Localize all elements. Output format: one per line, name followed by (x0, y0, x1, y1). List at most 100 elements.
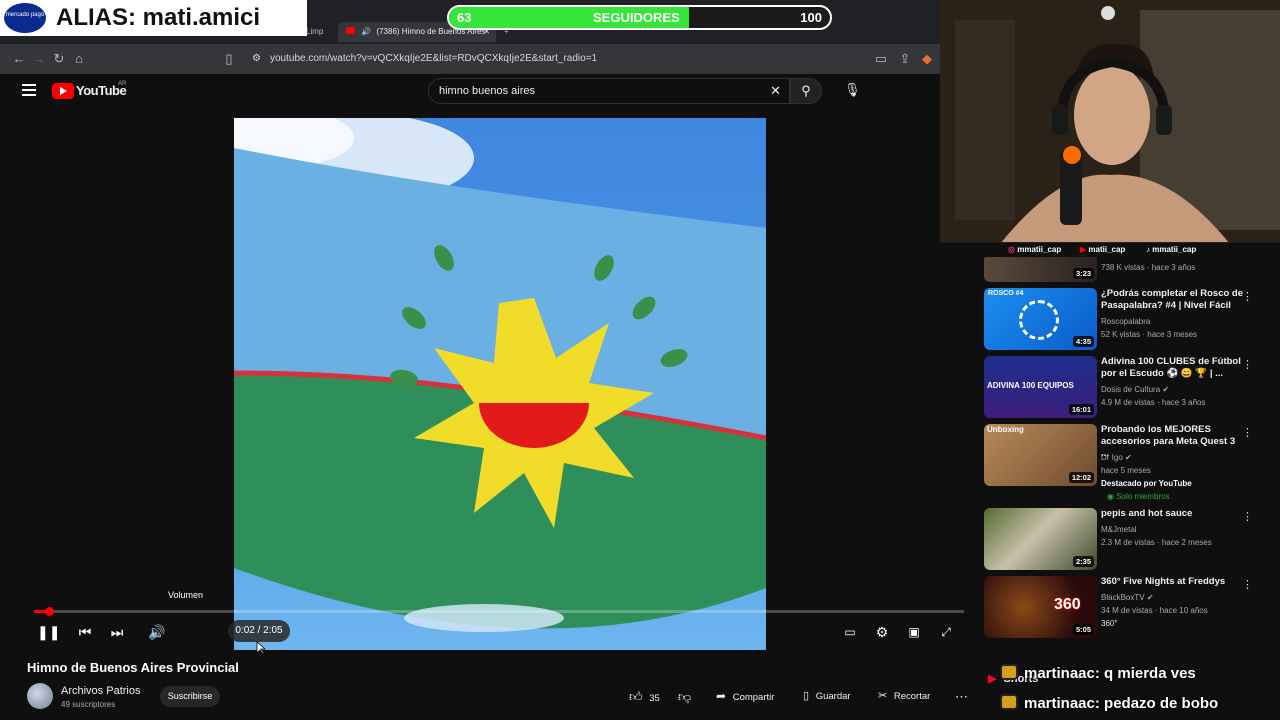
like-button[interactable]: 👍︎ 35 (629, 686, 660, 707)
verified-icon: ✔ (1125, 453, 1132, 462)
volume-tooltip: Volumen (168, 590, 204, 600)
social-handles: ◎ mmatii_cap ▶ matii_cap ♪ mmatii_cap (940, 243, 1280, 257)
related-video[interactable]: 2:35 pepis and hot sauce M&Jmetal 2.3 M … (984, 508, 1264, 572)
share-button[interactable]: ➦ Compartir (716, 686, 774, 707)
shorts-icon: ▶ (988, 673, 997, 685)
settings-icon[interactable]: ⚙ (871, 623, 893, 641)
time-display: 0:02 / 2:05 (228, 620, 290, 642)
alias-text: ALIAS: mati.amici (56, 4, 261, 31)
video-thumbnail[interactable]: 360 5:05 (984, 576, 1097, 638)
home-icon[interactable]: ⌂ (70, 50, 88, 68)
youtube-header: YouTube AR himno buenos aires ✕ ⚲ 🎙 (0, 74, 940, 110)
video-title[interactable]: ¿Podrás completar el Rosco de Pasapalabr… (1101, 288, 1243, 312)
video-thumbnail[interactable]: 3:23 (984, 254, 1097, 282)
address-bar[interactable]: ⚙ youtube.com/watch?v=vQCXkqIje2E&list=R… (246, 49, 866, 69)
handle-text: mmatii_cap (1152, 245, 1197, 254)
dislike-button[interactable]: 👎︎ (678, 686, 691, 707)
handle-text: matii_cap (1088, 245, 1126, 254)
next-icon[interactable]: ⏭ (106, 623, 128, 641)
related-video[interactable]: 360 5:05 360° Five Nights at Freddys Bla… (984, 576, 1264, 640)
video-duration: 2:35 (1072, 556, 1094, 567)
channel-label: BlackBoxTV (1101, 593, 1145, 602)
menu-icon[interactable] (22, 84, 36, 96)
previous-icon[interactable]: ⏮ (74, 623, 96, 641)
video-meta: 34 M de vistas · hace 10 años (1101, 606, 1208, 615)
video-channel[interactable]: Dosis de Cultura ✔ (1101, 384, 1169, 395)
video-meta: hace 5 meses (1101, 466, 1151, 475)
related-video[interactable]: ADIVINA 100 EQUIPOS 16:01 Adivina 100 CL… (984, 356, 1264, 420)
browser-toolbar: ← → ↻ ⌂ ▯ ⚙ youtube.com/watch?v=vQCXkqIj… (0, 44, 940, 74)
save-icon: ▯ (803, 690, 810, 702)
save-button[interactable]: ▯ Guardar (803, 686, 851, 707)
subtitles-icon[interactable]: ▭ (839, 623, 861, 641)
video-thumbnail[interactable]: ROSCO #4 4:35 (984, 288, 1097, 350)
video-title[interactable]: pepis and hot sauce (1101, 508, 1243, 520)
miniplayer-icon[interactable]: ▣ (903, 623, 925, 641)
video-channel[interactable]: BlackBoxTV ✔ (1101, 592, 1154, 603)
video-duration: 12:02 (1068, 472, 1094, 483)
thumbnail-badge: Unboxing (987, 425, 1024, 434)
extension-icon[interactable]: ◆ (918, 50, 936, 68)
video-player[interactable] (234, 118, 766, 650)
reload-icon[interactable]: ↻ (50, 50, 68, 68)
search-value: himno buenos aires (439, 85, 536, 97)
chat-user: martinaac (1024, 665, 1095, 682)
volume-icon[interactable]: 🔊 (146, 623, 168, 641)
search-input[interactable]: himno buenos aires ✕ (428, 78, 790, 104)
progress-bar[interactable] (34, 607, 964, 616)
more-options-icon[interactable]: ⋮ (1242, 426, 1253, 439)
chat-message: martinaac: pedazo de bobo (1000, 694, 1218, 712)
more-options-icon[interactable]: ⋮ (1242, 578, 1253, 591)
related-video[interactable]: 3:23 738 K vistas · hace 3 años (984, 254, 1264, 282)
video-thumbnail[interactable]: ADIVINA 100 EQUIPOS 16:01 (984, 356, 1097, 418)
video-thumbnail[interactable]: Unboxing 12:02 (984, 424, 1097, 486)
search-icon: ⚲ (801, 83, 811, 98)
like-count: 35 (649, 693, 660, 704)
clip-button[interactable]: ✂ Recortar (878, 686, 930, 707)
video-channel[interactable]: Dr Igo ✔ (1101, 452, 1132, 463)
youtube-logo-icon[interactable] (52, 83, 74, 99)
browser-tab[interactable]: Limp (306, 22, 336, 42)
forward-icon[interactable]: → (30, 50, 48, 68)
more-actions-icon[interactable]: ⋯ (955, 686, 968, 707)
youtube-handle: ▶ matii_cap (1080, 243, 1125, 257)
handle-text: mmatii_cap (1017, 245, 1062, 254)
progress-scrubber[interactable] (44, 607, 54, 616)
video-title[interactable]: Adivina 100 CLUBES de Fútbol por el Escu… (1101, 356, 1243, 380)
related-video[interactable]: Unboxing 12:02 Probando los MEJORES acce… (984, 424, 1264, 504)
instagram-icon: ◎ (1008, 245, 1015, 254)
video-thumbnail[interactable]: 2:35 (984, 508, 1097, 570)
youtube-favicon-icon (346, 27, 355, 34)
video-frame (234, 118, 766, 632)
more-options-icon[interactable]: ⋮ (1242, 290, 1253, 303)
back-icon[interactable]: ← (10, 50, 28, 68)
related-video[interactable]: ROSCO #4 4:35 ¿Podrás completar el Rosco… (984, 288, 1264, 352)
site-info-icon[interactable]: ⚙ (252, 49, 261, 69)
share-icon[interactable]: ⇪ (896, 50, 914, 68)
fullscreen-icon[interactable]: ⤢ (935, 623, 957, 641)
youtube-icon: ▶ (1080, 245, 1087, 254)
more-options-icon[interactable]: ⋮ (1242, 510, 1253, 523)
thumbnail-badge: 360 (1054, 596, 1081, 613)
bookmark-icon[interactable]: ▯ (220, 50, 238, 68)
share-label: Compartir (732, 692, 775, 703)
subscriber-count: 49 suscriptores (61, 700, 116, 709)
subscribe-button[interactable]: Suscribirse (160, 686, 220, 707)
video-title[interactable]: 360° Five Nights at Freddys (1101, 576, 1243, 588)
more-options-icon[interactable]: ⋮ (1242, 358, 1253, 371)
cast-icon[interactable]: ▭ (872, 50, 890, 68)
video-duration: 4:35 (1072, 336, 1094, 347)
microphone-icon[interactable]: 🎙 (844, 82, 861, 100)
channel-name[interactable]: Archivos Patrios (61, 685, 140, 697)
video-channel[interactable]: M&Jmetal (1101, 524, 1137, 535)
channel-avatar[interactable] (27, 683, 53, 709)
goal-current: 63 (457, 10, 472, 25)
video-channel[interactable]: Roscopalabra (1101, 316, 1150, 327)
pause-icon[interactable]: ❚❚ (37, 623, 60, 641)
thumbs-up-icon: 👍︎ (629, 689, 643, 704)
search-button[interactable]: ⚲ (790, 78, 822, 104)
clear-search-icon[interactable]: ✕ (770, 79, 781, 103)
featured-label: Destacado por YouTube (1101, 479, 1192, 488)
chat-text: : pedazo de bobo (1094, 695, 1219, 712)
thumbs-down-icon: 👎︎ (678, 689, 692, 704)
